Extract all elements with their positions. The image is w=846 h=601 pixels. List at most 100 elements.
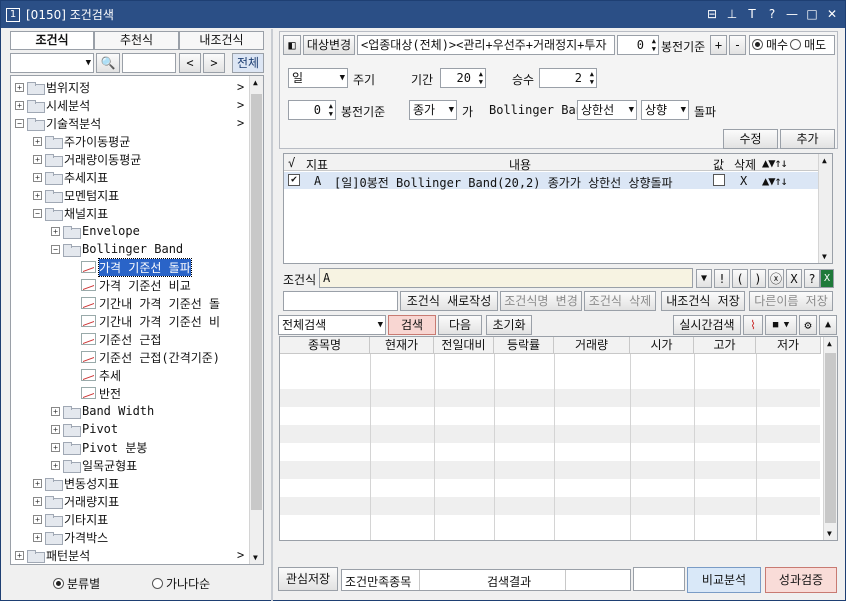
- font-icon[interactable]: T: [745, 7, 759, 21]
- formula-help[interactable]: ?: [804, 269, 820, 288]
- settings-icon[interactable]: ⚙: [799, 315, 817, 335]
- radio-alphabetical[interactable]: 가나다순: [152, 575, 210, 592]
- tree-item[interactable]: 반전: [69, 384, 121, 402]
- panel-divider[interactable]: [271, 29, 273, 601]
- tree-item[interactable]: − 채널지표: [33, 204, 108, 222]
- col-high[interactable]: 고가: [694, 337, 756, 354]
- rename-condition-button[interactable]: 조건식명 변경: [500, 291, 582, 311]
- expand-icon[interactable]: +: [33, 514, 42, 524]
- tree-item[interactable]: 기간내 가격 기준선 돌: [69, 294, 220, 312]
- col-low[interactable]: 저가: [756, 337, 821, 354]
- expand-icon[interactable]: +: [51, 460, 60, 470]
- target-icon[interactable]: ◧: [283, 35, 301, 55]
- expand-icon[interactable]: +: [51, 406, 60, 416]
- next-button[interactable]: >: [203, 53, 225, 73]
- line-select[interactable]: 상한선 ▼: [577, 100, 637, 120]
- chart-icon[interactable]: ⌇: [743, 315, 763, 335]
- row-move[interactable]: ▲▼↑↓: [762, 174, 788, 188]
- tree-item[interactable]: 가격 기준선 비교: [69, 276, 191, 294]
- tree-item[interactable]: + 모멘텀지표: [33, 186, 119, 204]
- search-type-select[interactable]: 전체검색 ▼: [278, 315, 386, 335]
- col-change-rate[interactable]: 등락률: [494, 337, 554, 354]
- expand-icon[interactable]: +: [33, 496, 42, 506]
- expand-icon[interactable]: +: [15, 82, 24, 92]
- tree-item[interactable]: 기간내 가격 기준선 비: [69, 312, 220, 330]
- tree-item[interactable]: + 일목균형표: [51, 456, 137, 474]
- formula-op-dropdown[interactable]: ▼: [696, 269, 712, 288]
- excel-icon[interactable]: X: [820, 269, 834, 288]
- search-button[interactable]: 검색: [388, 315, 436, 335]
- search-input[interactable]: [122, 53, 176, 73]
- maximize-icon[interactable]: □: [805, 7, 819, 21]
- save-condition-button[interactable]: 내조건식 저장: [661, 291, 745, 311]
- tree-item[interactable]: + Band Width: [51, 402, 154, 420]
- expand-icon[interactable]: +: [33, 190, 42, 200]
- formula-op-x[interactable]: X: [786, 269, 802, 288]
- collapse-icon[interactable]: ▲: [819, 315, 837, 335]
- tree-item[interactable]: 기준선 근접: [69, 330, 161, 348]
- col-change[interactable]: 전일대비: [434, 337, 494, 354]
- col-price[interactable]: 현재가: [370, 337, 434, 354]
- multiplier-stepper[interactable]: 2 ▲ ▼: [539, 68, 597, 88]
- layout-icon[interactable]: ⊟: [705, 7, 719, 21]
- expand-icon[interactable]: +: [15, 550, 24, 560]
- row-checkbox[interactable]: ✔: [288, 174, 300, 186]
- row-value-checkbox[interactable]: [713, 174, 725, 186]
- performance-verify-button[interactable]: 성과검증: [765, 567, 837, 593]
- tree-scrollbar[interactable]: ▲ ▼: [249, 76, 263, 564]
- next-search-button[interactable]: 다음: [438, 315, 482, 335]
- category-select[interactable]: ▼: [10, 53, 94, 73]
- expand-icon[interactable]: +: [33, 478, 42, 488]
- radio-category[interactable]: 분류별: [53, 575, 100, 592]
- direction-select[interactable]: 상향 ▼: [641, 100, 689, 120]
- tree-item[interactable]: + Pivot 분봉: [51, 438, 147, 456]
- formula-op-close[interactable]: ): [750, 269, 766, 288]
- minimize-icon[interactable]: —: [785, 7, 799, 21]
- condition-tree[interactable]: ▲ ▼ + 범위지정 > + 시세분석 > − 기술적분석 > + 주가이동평균 + 거래량이동평균 + 추…: [10, 75, 264, 565]
- save-as-button[interactable]: 다른이름 저장: [749, 291, 833, 311]
- tree-item[interactable]: + 가격박스: [33, 528, 108, 546]
- condition-name-input[interactable]: [283, 291, 398, 311]
- realtime-search-button[interactable]: 실시간검색: [673, 315, 741, 335]
- minus-button[interactable]: -: [729, 35, 746, 55]
- plus-button[interactable]: +: [710, 35, 727, 55]
- term-stepper[interactable]: 20 ▲ ▼: [440, 68, 486, 88]
- col-open[interactable]: 시가: [630, 337, 694, 354]
- period-select[interactable]: 일 ▼: [288, 68, 348, 88]
- expand-icon[interactable]: +: [33, 172, 42, 182]
- tree-item[interactable]: 기준선 근접(간격기준): [69, 348, 220, 366]
- expand-icon[interactable]: +: [51, 226, 60, 236]
- tree-item[interactable]: − Bollinger Band: [51, 240, 183, 258]
- formula-op-not[interactable]: !: [714, 269, 730, 288]
- expand-icon[interactable]: +: [51, 424, 60, 434]
- target-change-button[interactable]: 대상변경: [303, 35, 355, 55]
- tree-item[interactable]: 가격 기준선 돌파: [69, 257, 192, 277]
- pin-icon[interactable]: ⊥: [725, 7, 739, 21]
- expand-icon[interactable]: +: [15, 100, 24, 110]
- search-icon[interactable]: 🔍: [96, 53, 120, 73]
- tree-item[interactable]: + 변동성지표: [33, 474, 119, 492]
- expand-icon[interactable]: +: [51, 442, 60, 452]
- tree-item[interactable]: + Pivot: [51, 420, 118, 438]
- chevron-right-icon[interactable]: >: [237, 114, 244, 132]
- new-condition-button[interactable]: 조건식 새로작성: [400, 291, 498, 311]
- bong-stepper[interactable]: 0 ▲ ▼: [617, 35, 659, 55]
- tree-item[interactable]: + 거래량이동평균: [33, 150, 141, 168]
- tab-condition[interactable]: 조건식: [10, 31, 94, 50]
- delete-condition-button[interactable]: 조건식 삭제: [584, 291, 656, 311]
- reset-button[interactable]: 초기화: [486, 315, 532, 335]
- collapse-icon[interactable]: −: [33, 208, 42, 218]
- collapse-icon[interactable]: −: [51, 244, 60, 254]
- tree-item[interactable]: + 거래량지표: [33, 492, 119, 510]
- close-icon[interactable]: ✕: [825, 7, 839, 21]
- tab-my-condition[interactable]: 내조건식: [179, 31, 264, 50]
- row-delete[interactable]: X: [740, 174, 747, 188]
- tree-item[interactable]: + 시세분석: [15, 96, 90, 114]
- col-stock-name[interactable]: 종목명: [280, 337, 370, 354]
- expand-icon[interactable]: +: [33, 532, 42, 542]
- all-button[interactable]: 전체: [232, 53, 264, 73]
- formula-input[interactable]: A: [319, 268, 693, 288]
- add-button[interactable]: 추가: [780, 129, 835, 149]
- modify-button[interactable]: 수정: [723, 129, 778, 149]
- compare-analysis-button[interactable]: 비교분석: [687, 567, 761, 593]
